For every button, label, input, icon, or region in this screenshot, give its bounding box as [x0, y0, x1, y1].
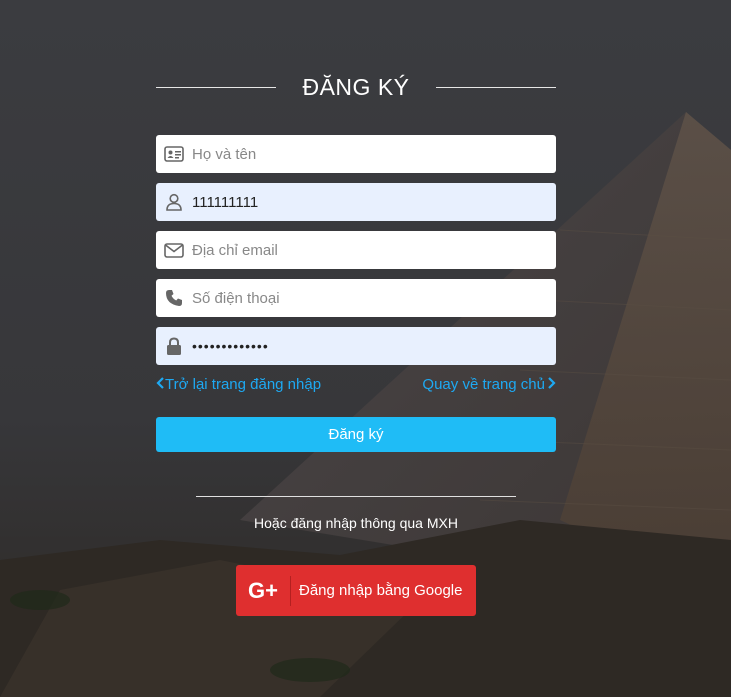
title-right-line	[435, 86, 556, 88]
divider	[196, 496, 516, 497]
fullname-input[interactable]: Họ và tên	[192, 146, 256, 163]
google-plus-icon: G+	[248, 577, 278, 603]
google-login-button[interactable]: G+ Đăng nhập bằng Google	[236, 565, 476, 616]
back-home-link[interactable]: Quay về trang chủ	[422, 376, 556, 393]
back-to-login-link[interactable]: Trở lại trang đăng nhập	[156, 376, 321, 393]
title-row: ĐĂNG KÝ	[156, 70, 556, 104]
social-heading: Hoặc đăng nhập thông qua MXH	[254, 515, 458, 531]
chevron-left-icon	[156, 376, 165, 393]
password-field[interactable]: •••••••••••••	[156, 327, 556, 365]
email-input[interactable]: Địa chỉ email	[192, 242, 278, 259]
id-card-icon	[156, 135, 192, 173]
phone-input[interactable]: Số điện thoại	[192, 290, 280, 307]
page-title: ĐĂNG KÝ	[302, 73, 410, 100]
username-field[interactable]: 111111111	[156, 183, 556, 221]
register-button[interactable]: Đăng ký	[156, 417, 556, 452]
user-icon	[156, 183, 192, 221]
password-input[interactable]: •••••••••••••	[192, 338, 269, 354]
chevron-right-icon	[547, 376, 556, 393]
envelope-icon	[156, 231, 192, 269]
username-input[interactable]: 111111111	[192, 194, 258, 211]
title-left-line	[156, 86, 277, 88]
back-home-label: Quay về trang chủ	[422, 376, 545, 393]
back-to-login-label: Trở lại trang đăng nhập	[165, 376, 322, 393]
phone-icon	[156, 279, 192, 317]
phone-field[interactable]: Số điện thoại	[156, 279, 556, 317]
google-login-label: Đăng nhập bằng Google	[299, 582, 463, 599]
lock-icon	[156, 327, 192, 365]
fullname-field[interactable]: Họ và tên	[156, 135, 556, 173]
form-links: Trở lại trang đăng nhập Quay về trang ch…	[156, 376, 556, 396]
email-field[interactable]: Địa chỉ email	[156, 231, 556, 269]
